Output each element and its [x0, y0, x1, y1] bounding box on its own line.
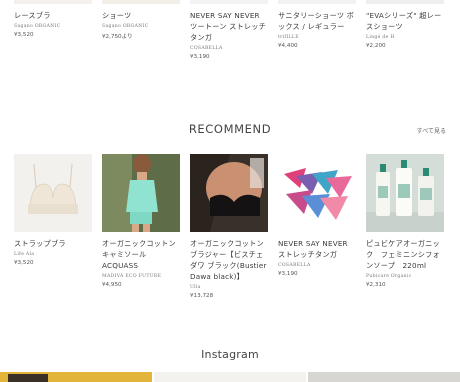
- product-card[interactable]: ストラップブラ Life Ala ¥3,520: [14, 154, 92, 266]
- product-image[interactable]: [278, 154, 356, 232]
- product-image[interactable]: [366, 154, 444, 232]
- instagram-post[interactable]: [0, 372, 152, 382]
- product-price: ¥3,520: [14, 260, 34, 266]
- product-card[interactable]: NEVER SAY NEVER ツートーン ストレッチタンガ COSABELLA…: [190, 0, 268, 60]
- see-all-link[interactable]: すべて見る: [417, 126, 446, 135]
- tangas-illustration: [284, 168, 352, 220]
- product-image[interactable]: [190, 154, 268, 232]
- product-brand: Life Ala: [14, 252, 35, 257]
- product-image[interactable]: [102, 154, 180, 232]
- product-brand: Ulla: [190, 285, 201, 290]
- product-brand: COSABELLA: [190, 46, 223, 51]
- product-image[interactable]: [366, 0, 444, 4]
- product-name[interactable]: サニタリーショーツ ボックス / レギュラー: [278, 10, 356, 32]
- product-card[interactable]: サニタリーショーツ ボックス / レギュラー trifILLE ¥4,400: [278, 0, 356, 49]
- product-name[interactable]: オーガニックコットン ブラジャー【ビスチェダワ ブラック(Bustier Daw…: [190, 238, 268, 282]
- product-brand: Pubicare Organic: [366, 274, 412, 279]
- product-image[interactable]: [102, 0, 180, 4]
- product-card[interactable]: オーガニックコットン ブラジャー【ビスチェダワ ブラック(Bustier Daw…: [190, 154, 268, 299]
- product-brand: trifILLE: [278, 35, 299, 40]
- instagram-heading: Instagram: [201, 348, 259, 361]
- product-image[interactable]: [190, 0, 268, 4]
- product-card[interactable]: オーガニックコットン キャミソール ACQUASS MADIVA ECO FUT…: [102, 154, 180, 288]
- product-price: ¥3,190: [190, 54, 210, 60]
- product-price: ¥2,750より: [102, 34, 133, 40]
- product-price: ¥13,728: [190, 293, 214, 299]
- model-bustier-illustration: [190, 154, 268, 232]
- product-name[interactable]: ピュビケアオーガニック フェミニンシフォンソープ 220ml: [366, 238, 444, 271]
- product-card[interactable]: "EVAシリーズ" 超レースショーツ Lingé de H ¥2,200: [366, 0, 444, 49]
- soap-bottles-illustration: [366, 154, 444, 232]
- product-name[interactable]: レースブラ: [14, 10, 92, 21]
- product-brand: Lingé de H: [366, 35, 395, 40]
- product-name[interactable]: NEVER SAY NEVER ツートーン ストレッチタンガ: [190, 10, 268, 43]
- product-card[interactable]: ピュビケアオーガニック フェミニンシフォンソープ 220ml Pubicare …: [366, 154, 444, 288]
- product-price: ¥4,400: [278, 43, 298, 49]
- product-price: ¥3,520: [14, 32, 34, 38]
- recommend-heading: RECOMMEND: [188, 122, 272, 136]
- product-price: ¥2,310: [366, 282, 386, 288]
- strap-bra-illustration: [28, 163, 78, 214]
- product-brand: COSABELLA: [278, 263, 311, 268]
- model-camisole-illustration: [102, 154, 180, 232]
- product-name[interactable]: ストラップブラ: [14, 238, 92, 249]
- product-price: ¥2,200: [366, 43, 386, 49]
- product-brand: MADIVA ECO FUTURE: [102, 274, 162, 279]
- product-image[interactable]: [14, 0, 92, 4]
- instagram-post[interactable]: [154, 372, 306, 382]
- product-price: ¥4,950: [102, 282, 122, 288]
- product-image[interactable]: [14, 154, 92, 232]
- product-card[interactable]: ショーツ Sagano ORGANIC ¥2,750より: [102, 0, 180, 40]
- product-name[interactable]: NEVER SAY NEVER ストレッチタンガ: [278, 238, 356, 260]
- product-name[interactable]: オーガニックコットン キャミソール ACQUASS: [102, 238, 180, 271]
- product-card[interactable]: NEVER SAY NEVER ストレッチタンガ COSABELLA ¥3,19…: [278, 154, 356, 277]
- product-card[interactable]: レースブラ Sagano ORGANIC ¥3,520: [14, 0, 92, 38]
- product-brand: Sagano ORGANIC: [102, 24, 149, 29]
- product-image[interactable]: [278, 0, 356, 4]
- instagram-post[interactable]: [308, 372, 460, 382]
- product-price: ¥3,190: [278, 271, 298, 277]
- product-name[interactable]: "EVAシリーズ" 超レースショーツ: [366, 10, 444, 32]
- product-brand: Sagano ORGANIC: [14, 24, 61, 29]
- product-name[interactable]: ショーツ: [102, 10, 180, 21]
